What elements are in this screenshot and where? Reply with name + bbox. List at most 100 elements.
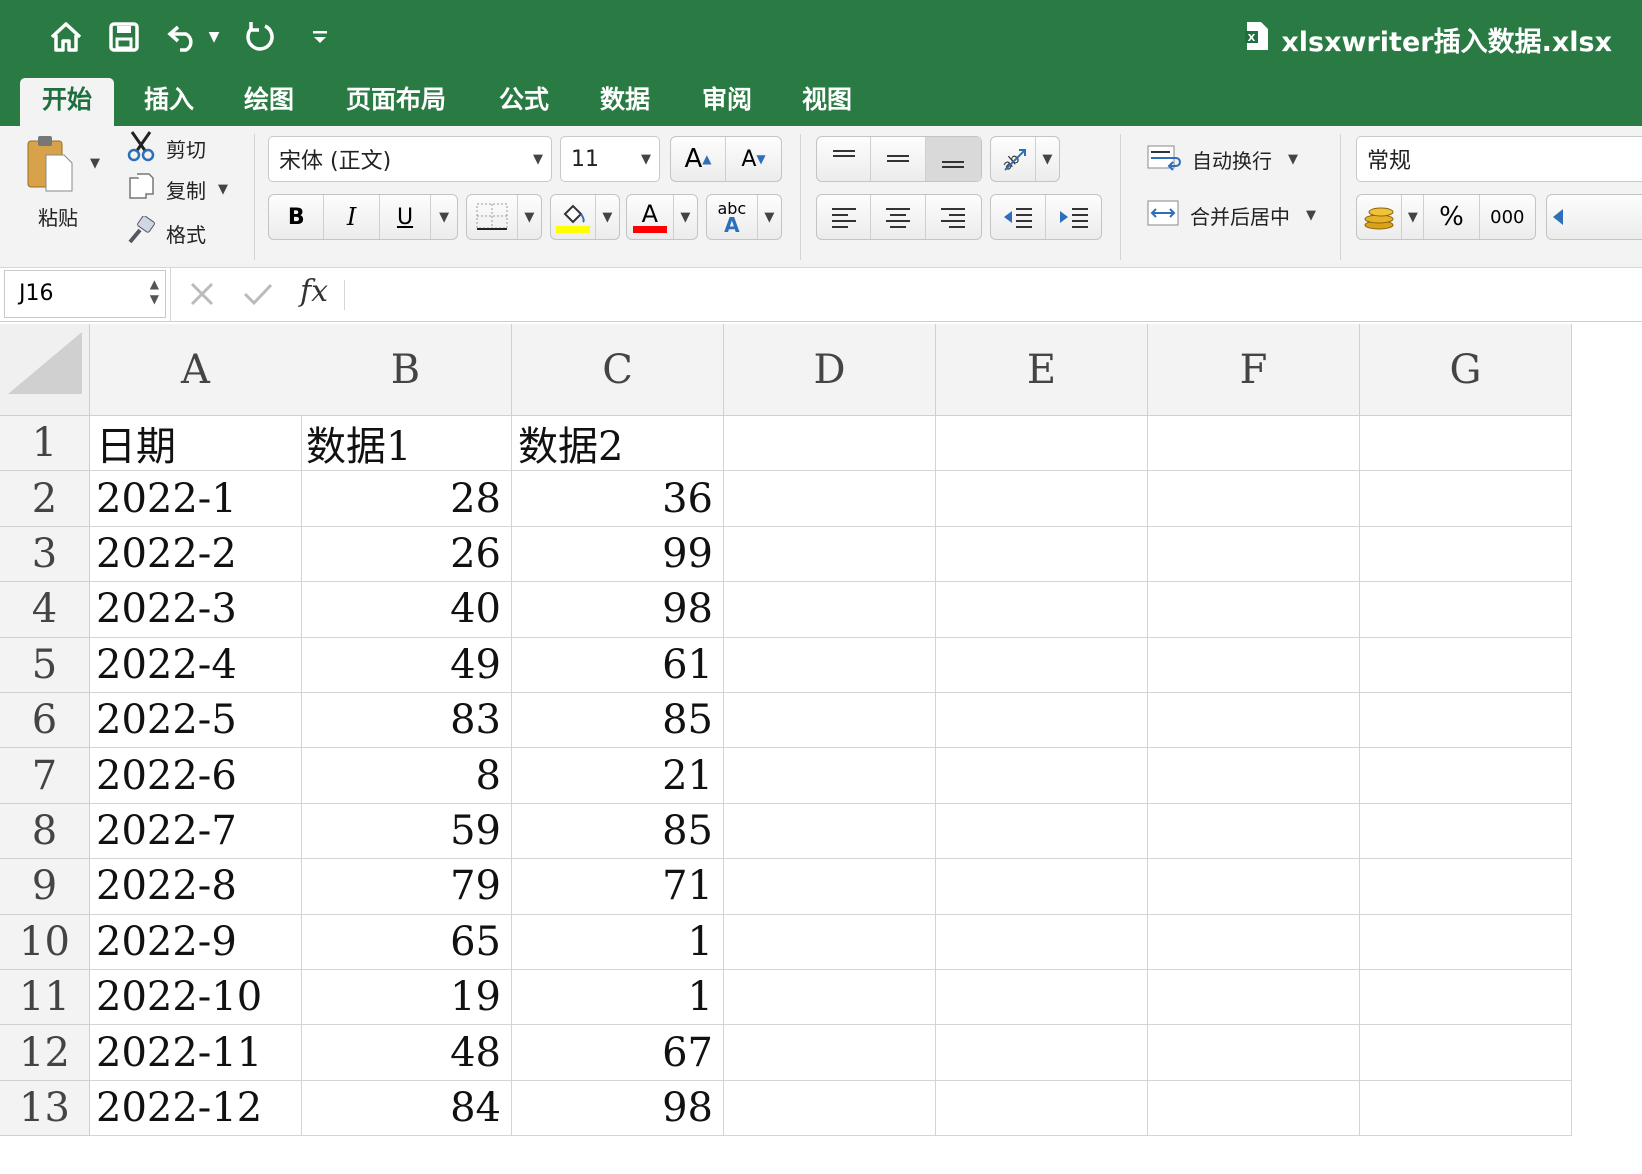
fill-color-dropdown-icon[interactable]: ▼ [596,195,619,239]
phonetic-button[interactable]: abc A [707,195,758,239]
cell-e5[interactable] [936,637,1148,693]
name-box[interactable]: J16 ▲ ▼ [4,270,166,318]
font-name-dropdown-icon[interactable]: ▼ [533,152,543,167]
cell-a13[interactable]: 2022-12 [90,1080,302,1137]
cell-a11[interactable]: 2022-10 [90,970,302,1026]
column-header-a[interactable]: A [90,324,302,416]
align-right-button[interactable] [926,195,981,239]
paste-label[interactable]: 粘贴 [38,202,78,231]
align-bottom-button[interactable] [925,137,981,181]
tab-home[interactable]: 开始 [20,78,115,126]
cell-g5[interactable] [1360,637,1572,693]
cell-e2[interactable] [936,471,1148,527]
orientation-button[interactable]: ab [991,137,1036,181]
fill-color-button[interactable] [551,195,596,239]
cell-g10[interactable] [1360,914,1572,970]
cell-b7[interactable]: 8 [300,748,512,804]
italic-button[interactable]: I [324,195,380,239]
cell-a5[interactable]: 2022-4 [90,637,302,693]
cell-f9[interactable] [1148,859,1360,915]
row-header[interactable]: 4 [0,582,90,638]
cell-d1[interactable] [724,416,936,472]
column-header-f[interactable]: F [1148,324,1360,416]
cell-e12[interactable] [936,1025,1148,1081]
font-size-dropdown-icon[interactable]: ▼ [641,152,651,167]
cell-g3[interactable] [1360,526,1572,583]
cell-b5[interactable]: 49 [300,637,512,693]
cell-d12[interactable] [724,1025,936,1081]
select-all-corner[interactable] [0,324,90,416]
tab-view[interactable]: 视图 [780,78,874,126]
cell-d7[interactable] [724,748,936,804]
cell-f13[interactable] [1148,1080,1360,1137]
cell-f12[interactable] [1148,1025,1360,1081]
underline-dropdown-icon[interactable]: ▼ [431,195,457,239]
cut-button[interactable]: 剪切 [126,130,206,167]
column-header-b[interactable]: B [300,324,512,416]
tab-insert[interactable]: 插入 [122,78,216,126]
cell-g11[interactable] [1360,970,1572,1026]
cell-b6[interactable]: 83 [300,693,512,749]
row-header[interactable]: 9 [0,859,90,915]
cell-c6[interactable]: 85 [512,693,724,749]
cell-f11[interactable] [1148,970,1360,1026]
cell-a2[interactable]: 2022-1 [90,471,302,527]
cell-f3[interactable] [1148,526,1360,583]
row-header[interactable]: 11 [0,970,90,1026]
phonetic-dropdown-icon[interactable]: ▼ [758,195,781,239]
number-format-select[interactable]: 常规 [1356,136,1642,182]
name-box-stepper-icon[interactable]: ▲ ▼ [150,277,159,307]
font-color-dropdown-icon[interactable]: ▼ [674,195,697,239]
cell-b11[interactable]: 19 [300,970,512,1026]
cell-b3[interactable]: 26 [300,526,512,583]
cell-e3[interactable] [936,526,1148,583]
cell-e11[interactable] [936,970,1148,1026]
font-name-select[interactable]: 宋体 (正文) ▼ [268,136,552,182]
font-color-button[interactable]: A [627,195,674,239]
row-header[interactable]: 7 [0,748,90,804]
cell-g12[interactable] [1360,1025,1572,1081]
tab-page-layout[interactable]: 页面布局 [324,78,468,126]
tab-draw[interactable]: 绘图 [222,78,316,126]
cell-c12[interactable]: 67 [512,1025,724,1081]
cell-a4[interactable]: 2022-3 [90,582,302,638]
row-header[interactable]: 2 [0,471,90,527]
cell-e6[interactable] [936,693,1148,749]
cell-a6[interactable]: 2022-5 [90,693,302,749]
undo-dropdown-icon[interactable]: ▼ [204,14,224,60]
home-icon[interactable] [46,14,86,60]
merge-center-button[interactable]: 合并后居中 ▼ [1146,198,1316,233]
bold-button[interactable]: B [269,195,325,239]
cell-f4[interactable] [1148,582,1360,638]
tab-data[interactable]: 数据 [578,78,672,126]
cell-d3[interactable] [724,526,936,583]
cell-d11[interactable] [724,970,936,1026]
column-header-g[interactable]: G [1360,324,1572,416]
paste-icon[interactable] [24,132,80,194]
cell-e4[interactable] [936,582,1148,638]
row-header[interactable]: 13 [0,1080,90,1137]
cell-d2[interactable] [724,471,936,527]
cell-b13[interactable]: 84 [300,1080,512,1137]
cell-e9[interactable] [936,859,1148,915]
cell-f5[interactable] [1148,637,1360,693]
cell-c11[interactable]: 1 [512,970,724,1026]
copy-dropdown-icon[interactable]: ▼ [218,182,228,197]
cell-e13[interactable] [936,1080,1148,1137]
cell-c8[interactable]: 85 [512,803,724,860]
cell-g8[interactable] [1360,803,1572,860]
tab-formulas[interactable]: 公式 [477,78,571,126]
percent-button[interactable]: % [1424,195,1480,239]
align-center-button[interactable] [871,195,926,239]
cell-f7[interactable] [1148,748,1360,804]
cell-a10[interactable]: 2022-9 [90,914,302,970]
underline-button[interactable]: U [380,195,432,239]
cell-b12[interactable]: 48 [300,1025,512,1081]
tab-review[interactable]: 审阅 [680,78,774,126]
cell-d10[interactable] [724,914,936,970]
row-header[interactable]: 1 [0,416,90,472]
redo-icon[interactable] [240,14,280,60]
cell-c7[interactable]: 21 [512,748,724,804]
increase-font-size-button[interactable]: A ▲ [671,137,727,181]
cell-a3[interactable]: 2022-2 [90,526,302,583]
